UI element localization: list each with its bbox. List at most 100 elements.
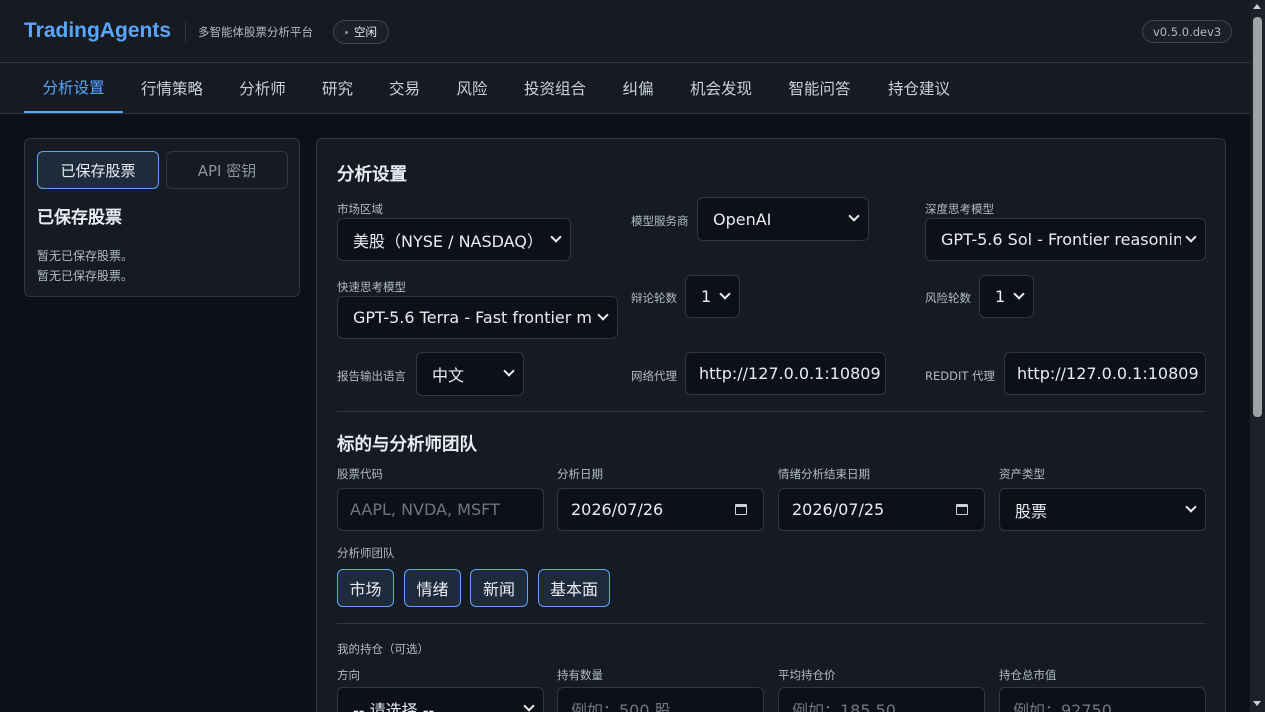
status-badge: 空闲 xyxy=(333,20,389,44)
chevron-down-icon xyxy=(523,699,535,712)
quantity-input[interactable]: 例如：500 股 xyxy=(557,687,764,712)
asset-type-label: 资产类型 xyxy=(999,467,1045,481)
asset-type-select[interactable]: 股票 xyxy=(999,488,1206,531)
risk-rounds-label: 风险轮数 xyxy=(925,291,971,305)
deep-model-value: GPT-5.6 Sol - Frontier reasoning model xyxy=(941,230,1181,249)
deep-model-label: 深度思考模型 xyxy=(925,202,994,216)
avg-price-label: 平均持仓价 xyxy=(778,668,836,682)
target-title: 标的与分析师团队 xyxy=(337,435,477,455)
market-select[interactable]: 美股（NYSE / NASDAQ） xyxy=(337,218,571,261)
provider-label: 模型服务商 xyxy=(631,214,689,228)
reddit-proxy-input[interactable]: http://127.0.0.1:10809 xyxy=(1004,352,1206,395)
saved-stocks-panel: 已保存股票 API 密钥 已保存股票 暂无已保存股票。 暂无已保存股票。 xyxy=(24,138,300,297)
direction-value: -- 请选择 -- xyxy=(353,700,435,712)
tab-analysts[interactable]: 分析师 xyxy=(221,63,304,113)
avg-price-input[interactable]: 例如：185.50 xyxy=(778,687,985,712)
ticker-input[interactable]: AAPL, NVDA, MSFT xyxy=(337,488,544,531)
analysis-date-label: 分析日期 xyxy=(557,467,603,481)
chevron-down-icon xyxy=(1185,500,1197,513)
header-divider xyxy=(185,22,186,42)
total-value-input[interactable]: 例如：92750 xyxy=(999,687,1206,712)
calendar-icon[interactable] xyxy=(735,504,747,515)
chevron-down-icon xyxy=(1185,230,1197,243)
language-value: 中文 xyxy=(432,366,465,385)
ticker-placeholder: AAPL, NVDA, MSFT xyxy=(350,500,500,519)
chevron-down-icon xyxy=(719,287,731,300)
analysis-date-input[interactable]: 2026/07/26 xyxy=(557,488,764,531)
sentiment-end-label: 情绪分析结束日期 xyxy=(778,467,870,481)
chevron-down-icon xyxy=(597,308,609,321)
tab-analysis-settings[interactable]: 分析设置 xyxy=(24,63,123,113)
total-value-label: 持仓总市值 xyxy=(999,668,1057,682)
total-value-placeholder: 例如：92750 xyxy=(1013,700,1112,712)
quantity-placeholder: 例如：500 股 xyxy=(571,700,671,712)
status-text: 空闲 xyxy=(354,25,377,39)
risk-rounds-value: 1 xyxy=(995,287,1006,306)
tab-smart-qa[interactable]: 智能问答 xyxy=(770,63,869,113)
brand-logo[interactable]: TradingAgents xyxy=(24,19,171,43)
reddit-proxy-label: REDDIT 代理 xyxy=(925,369,996,383)
quick-model-value: GPT-5.6 Terra - Fast frontier model xyxy=(353,308,593,327)
direction-select[interactable]: -- 请选择 -- xyxy=(337,687,544,712)
direction-label: 方向 xyxy=(337,668,360,682)
debate-rounds-select[interactable]: 1 xyxy=(685,275,740,318)
section-divider xyxy=(337,623,1206,624)
reddit-proxy-value: http://127.0.0.1:10809 xyxy=(1017,364,1199,383)
quick-model-label: 快速思考模型 xyxy=(337,280,406,294)
tab-portfolio[interactable]: 投资组合 xyxy=(506,63,604,113)
tab-correction[interactable]: 纠偏 xyxy=(604,63,672,113)
tab-opportunity[interactable]: 机会发现 xyxy=(672,63,770,113)
analysis-date-value: 2026/07/26 xyxy=(571,500,664,519)
scroll-thumb[interactable] xyxy=(1253,17,1262,417)
page-scrollbar[interactable] xyxy=(1250,0,1265,712)
settings-title: 分析设置 xyxy=(337,165,407,185)
analyst-chip-fundamentals[interactable]: 基本面 xyxy=(538,569,610,607)
main-nav: 分析设置 行情策略 分析师 研究 交易 风险 投资组合 纠偏 机会发现 智能问答… xyxy=(0,63,1250,114)
saved-stocks-title: 已保存股票 xyxy=(37,208,122,228)
section-divider xyxy=(337,411,1206,412)
empty-message: 暂无已保存股票。 xyxy=(37,269,134,283)
app-header: TradingAgents 多智能体股票分析平台 空闲 v0.5.0.dev3 xyxy=(0,0,1250,63)
language-label: 报告输出语言 xyxy=(337,369,406,383)
provider-select[interactable]: OpenAI xyxy=(697,197,869,241)
tab-risk[interactable]: 风险 xyxy=(438,63,506,113)
tab-research[interactable]: 研究 xyxy=(304,63,371,113)
analyst-chip-market[interactable]: 市场 xyxy=(337,569,394,607)
holdings-title: 我的持仓（可选） xyxy=(337,642,429,656)
proxy-input[interactable]: http://127.0.0.1:10809 xyxy=(685,352,886,395)
chevron-down-icon xyxy=(550,230,562,243)
scroll-down-icon[interactable] xyxy=(1253,701,1261,706)
debate-rounds-label: 辩论轮数 xyxy=(631,291,677,305)
team-label: 分析师团队 xyxy=(337,546,395,560)
risk-rounds-select[interactable]: 1 xyxy=(979,275,1034,318)
tab-api-keys[interactable]: API 密钥 xyxy=(166,151,288,189)
tab-trading[interactable]: 交易 xyxy=(371,63,438,113)
quick-model-select[interactable]: GPT-5.6 Terra - Fast frontier model xyxy=(337,296,618,339)
version-badge: v0.5.0.dev3 xyxy=(1142,20,1233,43)
tab-saved-stocks[interactable]: 已保存股票 xyxy=(37,151,159,189)
analyst-chip-sentiment[interactable]: 情绪 xyxy=(404,569,461,607)
sentiment-end-input[interactable]: 2026/07/25 xyxy=(778,488,985,531)
empty-message: 暂无已保存股票。 xyxy=(37,249,134,263)
tab-market-strategy[interactable]: 行情策略 xyxy=(123,63,221,113)
analyst-chip-news[interactable]: 新闻 xyxy=(470,569,528,607)
chevron-down-icon xyxy=(1013,287,1025,300)
provider-value: OpenAI xyxy=(713,209,772,229)
market-value: 美股（NYSE / NASDAQ） xyxy=(353,231,543,251)
sentiment-end-value: 2026/07/25 xyxy=(792,500,885,519)
tab-holding-advice[interactable]: 持仓建议 xyxy=(869,63,969,113)
calendar-icon[interactable] xyxy=(956,504,968,515)
app-subtitle: 多智能体股票分析平台 xyxy=(198,25,313,39)
proxy-label: 网络代理 xyxy=(631,369,677,383)
quantity-label: 持有数量 xyxy=(557,668,603,682)
avg-price-placeholder: 例如：185.50 xyxy=(792,700,896,712)
market-label: 市场区域 xyxy=(337,202,383,216)
status-dot-icon xyxy=(345,30,348,34)
language-select[interactable]: 中文 xyxy=(416,352,524,396)
asset-type-value: 股票 xyxy=(1015,501,1048,521)
debate-rounds-value: 1 xyxy=(701,287,712,306)
chevron-down-icon xyxy=(503,365,515,377)
deep-model-select[interactable]: GPT-5.6 Sol - Frontier reasoning model xyxy=(925,218,1206,261)
proxy-value: http://127.0.0.1:10809 xyxy=(699,364,881,383)
scroll-up-icon[interactable] xyxy=(1253,4,1261,9)
